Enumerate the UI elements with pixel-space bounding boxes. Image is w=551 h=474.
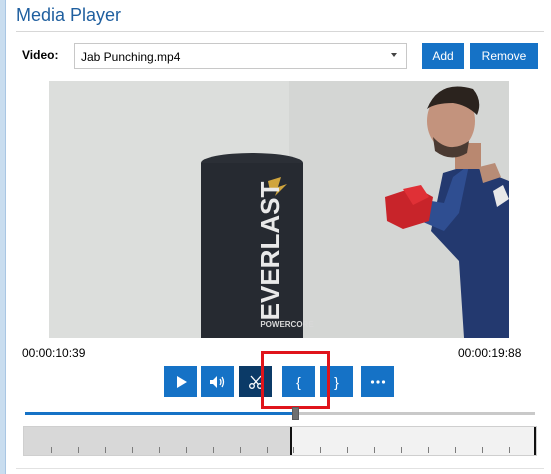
- title-divider: [16, 31, 544, 32]
- timeline-tick: [482, 447, 483, 453]
- bag-brand-text: EVERLAST: [255, 182, 285, 321]
- timeline-tick: [213, 447, 214, 453]
- timeline-tick: [105, 447, 106, 453]
- remove-button[interactable]: Remove: [470, 43, 538, 69]
- progress-fill: [25, 412, 295, 415]
- progress-thumb[interactable]: [292, 407, 299, 420]
- panel-title: Media Player: [16, 5, 122, 25]
- total-time: 00:00:19:88: [458, 346, 522, 360]
- play-icon: [176, 375, 187, 388]
- timeline-tick: [267, 447, 268, 453]
- add-button[interactable]: Add: [422, 43, 464, 69]
- more-button[interactable]: [361, 366, 394, 397]
- timeline-tick: [159, 447, 160, 453]
- timeline-tick: [455, 447, 456, 453]
- video-frame: EVERLAST POWERCORE: [49, 81, 509, 338]
- timeline-playhead[interactable]: [290, 427, 292, 455]
- punching-bag: EVERLAST POWERCORE: [201, 153, 314, 338]
- bag-sub-text: POWERCORE: [260, 320, 314, 329]
- more-icon: [370, 379, 385, 384]
- timeline-tick: [320, 447, 321, 453]
- timeline-tick: [132, 447, 133, 453]
- progress-bar[interactable]: [25, 407, 535, 420]
- close-brace-icon: }: [334, 373, 339, 390]
- timeline-played: [24, 427, 290, 455]
- video-label: Video:: [22, 48, 59, 62]
- timeline-tick: [186, 447, 187, 453]
- current-time: 00:00:10:39: [22, 346, 86, 360]
- bottom-divider: [16, 468, 544, 469]
- timeline-tick: [240, 447, 241, 453]
- timeline-tick: [401, 447, 402, 453]
- video-select[interactable]: Jab Punching.mp4: [74, 43, 407, 69]
- timeline-tick: [374, 447, 375, 453]
- dropdown-arrow-icon: [391, 53, 397, 57]
- video-select-value: Jab Punching.mp4: [81, 50, 181, 64]
- speaker-icon: [209, 375, 224, 388]
- left-rail: [0, 0, 6, 474]
- video-viewport[interactable]: EVERLAST POWERCORE: [49, 81, 509, 338]
- timeline-tick: [347, 447, 348, 453]
- timeline-tick: [428, 447, 429, 453]
- play-button[interactable]: [164, 366, 197, 397]
- timeline-tick: [509, 447, 510, 453]
- timeline-tick: [78, 447, 79, 453]
- highlight-box: [261, 351, 330, 409]
- timeline-end-marker: [534, 427, 536, 455]
- timeline-tick: [51, 447, 52, 453]
- timeline-tick: [293, 447, 294, 453]
- timeline-track[interactable]: [23, 426, 537, 456]
- volume-button[interactable]: [201, 366, 234, 397]
